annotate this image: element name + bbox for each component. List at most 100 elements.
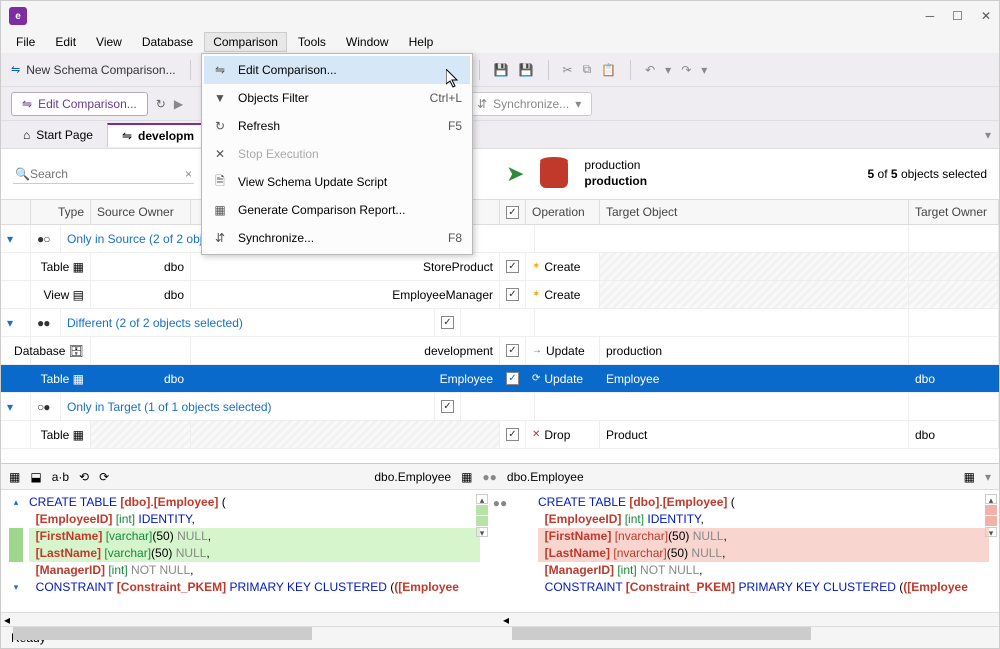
clear-search-icon[interactable]: × <box>185 167 192 181</box>
dropdown-objects-filter[interactable]: ▼ Objects Filter Ctrl+L <box>204 84 470 112</box>
grid-header: Type Source Owner ✓ Operation Target Obj… <box>1 199 999 225</box>
table-icon: ▦ <box>73 260 84 274</box>
refresh-icon: ↻ <box>212 119 228 133</box>
titlebar: e ─ ☐ ✕ <box>1 1 999 31</box>
col-target-object[interactable]: Target Object <box>600 200 909 224</box>
cut-button[interactable]: ✂ <box>563 63 573 77</box>
minimize-button[interactable]: ─ <box>926 9 935 23</box>
filter-icon: ▼ <box>212 91 228 105</box>
dropdown-label: Stop Execution <box>238 147 319 161</box>
direction-arrow-icon: ➤ <box>506 161 524 187</box>
toggle-icon[interactable]: ⟳ <box>99 470 109 484</box>
table-icon: ▦ <box>964 470 975 484</box>
right-object-label: dbo.Employee <box>507 470 584 484</box>
col-operation[interactable]: Operation <box>526 200 600 224</box>
edit-comparison-icon: ⇋ <box>212 63 228 77</box>
menu-file[interactable]: File <box>7 32 44 52</box>
code-diff: ▴▾ CREATE TABLE [dbo].[Employee] ( [Empl… <box>1 490 999 612</box>
target-info: production production <box>584 158 647 189</box>
toggle-icon[interactable]: ⟲ <box>79 470 89 484</box>
tab-development[interactable]: ⇋developm <box>107 123 209 147</box>
toggle-icon[interactable]: a·b <box>52 470 69 484</box>
close-button[interactable]: ✕ <box>981 9 991 23</box>
save-all-button[interactable]: 💾 <box>519 63 534 77</box>
menu-view[interactable]: View <box>87 32 131 52</box>
dropdown-generate-report[interactable]: ▦ Generate Comparison Report... <box>204 196 470 224</box>
edit-icon: ⇋ <box>22 97 32 111</box>
dropdown-label: View Schema Update Script <box>238 175 387 189</box>
home-icon: ⌂ <box>23 128 30 142</box>
horizontal-scrollbar[interactable]: ◂ ◂ <box>1 612 999 626</box>
action-bar: ⇋Edit Comparison... ↻ ▶ ⇵Synchronize...▾ <box>1 87 999 121</box>
table-icon: ▦ <box>461 470 472 484</box>
main-toolbar: ⇋New Schema Comparison... 💾 💾 ✂ ⧉ 📋 ↶▾ ↷… <box>1 53 999 87</box>
report-icon: ▦ <box>212 203 228 217</box>
dropdown-synchronize[interactable]: ⇵ Synchronize... F8 <box>204 224 470 252</box>
dropdown-view-script[interactable]: 🗎 View Schema Update Script <box>204 168 470 196</box>
sync-icon: ⇵ <box>477 97 487 111</box>
menu-help[interactable]: Help <box>400 32 443 52</box>
table-icon: ▦ <box>73 372 84 386</box>
shortcut-label: F8 <box>448 231 462 245</box>
menu-comparison[interactable]: Comparison <box>204 32 287 52</box>
group-only-source[interactable]: ▾ ●○ Only in Source (2 of 2 objects sele… <box>1 225 999 253</box>
search-box[interactable]: 🔍 × <box>13 165 194 184</box>
dropdown-label: Generate Comparison Report... <box>238 203 405 217</box>
compare-icon: ⇋ <box>122 129 132 143</box>
menu-tools[interactable]: Tools <box>289 32 335 52</box>
stop-icon: ✕ <box>212 147 228 161</box>
search-input[interactable] <box>30 167 185 181</box>
sync-icon: ⇵ <box>212 231 228 245</box>
sync-tab[interactable]: ⇵Synchronize...▾ <box>466 92 592 116</box>
view-icon: ▤ <box>73 288 84 302</box>
toggle-icon[interactable]: ⬓ <box>30 470 41 484</box>
left-code[interactable]: ▴▾ CREATE TABLE [dbo].[Employee] ( [Empl… <box>1 490 490 612</box>
script-icon: 🗎 <box>212 172 228 193</box>
table-row[interactable]: Table ▦ ✓ ✕Drop Productdbo <box>1 421 999 449</box>
tab-chevron[interactable]: ▾ <box>985 128 991 142</box>
col-type[interactable]: Type <box>31 200 91 224</box>
diff-link-icon: ●● <box>490 490 510 612</box>
shortcut-label: Ctrl+L <box>430 91 462 105</box>
col-check[interactable]: ✓ <box>500 200 526 224</box>
shortcut-label: F5 <box>448 119 462 133</box>
table-row-selected[interactable]: Table ▦ dbo Employee ✓ ⟳Update Employeed… <box>1 365 999 393</box>
grid-body: ▾ ●○ Only in Source (2 of 2 objects sele… <box>1 225 999 449</box>
minimap[interactable]: ▴▾ <box>476 494 488 608</box>
database-icon <box>540 160 568 188</box>
document-tabs: ⌂Start Page ⇋developm ▾ <box>1 121 999 149</box>
compare-icon: ⇋ <box>11 63 20 76</box>
app-logo: e <box>9 7 27 25</box>
redo-button[interactable]: ↷ <box>681 63 691 77</box>
dropdown-label: Edit Comparison... <box>238 63 337 77</box>
dropdown-refresh[interactable]: ↻ Refresh F5 <box>204 112 470 140</box>
table-row[interactable]: Database 🗄 development ✓ →Update product… <box>1 337 999 365</box>
col-source-owner[interactable]: Source Owner <box>91 200 191 224</box>
table-row[interactable]: View ▤ dbo EmployeeManager ✓ ✶Create <box>1 281 999 309</box>
new-comparison-button[interactable]: ⇋New Schema Comparison... <box>11 63 176 77</box>
menubar: File Edit View Database Comparison Tools… <box>1 31 999 53</box>
table-row[interactable]: Table ▦ dbo StoreProduct ✓ ✶Create <box>1 253 999 281</box>
tab-start-page[interactable]: ⌂Start Page <box>9 124 107 146</box>
group-only-target[interactable]: ▾ ○● Only in Target (1 of 1 objects sele… <box>1 393 999 421</box>
menu-database[interactable]: Database <box>133 32 202 52</box>
menu-edit[interactable]: Edit <box>46 32 85 52</box>
toggle-icon[interactable]: ▦ <box>9 470 20 484</box>
group-different[interactable]: ▾ ●● Different (2 of 2 objects selected)… <box>1 309 999 337</box>
right-code[interactable]: CREATE TABLE [dbo].[Employee] ( [Employe… <box>510 490 999 612</box>
database-icon: 🗄 <box>69 344 84 358</box>
dropdown-label: Refresh <box>238 119 280 133</box>
copy-button[interactable]: ⧉ <box>583 62 592 77</box>
dropdown-edit-comparison[interactable]: ⇋ Edit Comparison... <box>204 56 470 84</box>
undo-button[interactable]: ↶ <box>645 63 655 77</box>
minimap[interactable]: ▴▾ <box>985 494 997 608</box>
comparison-header: 🔍 × ➤ production production 5 of 5 objec… <box>1 149 999 199</box>
maximize-button[interactable]: ☐ <box>952 9 963 23</box>
save-button[interactable]: 💾 <box>494 63 509 77</box>
col-target-owner[interactable]: Target Owner <box>909 200 999 224</box>
dropdown-label: Synchronize... <box>238 231 314 245</box>
menu-window[interactable]: Window <box>337 32 398 52</box>
edit-comparison-tab[interactable]: ⇋Edit Comparison... <box>11 92 148 116</box>
paste-button[interactable]: 📋 <box>601 63 616 77</box>
refresh-button[interactable]: ↻ <box>156 97 166 111</box>
